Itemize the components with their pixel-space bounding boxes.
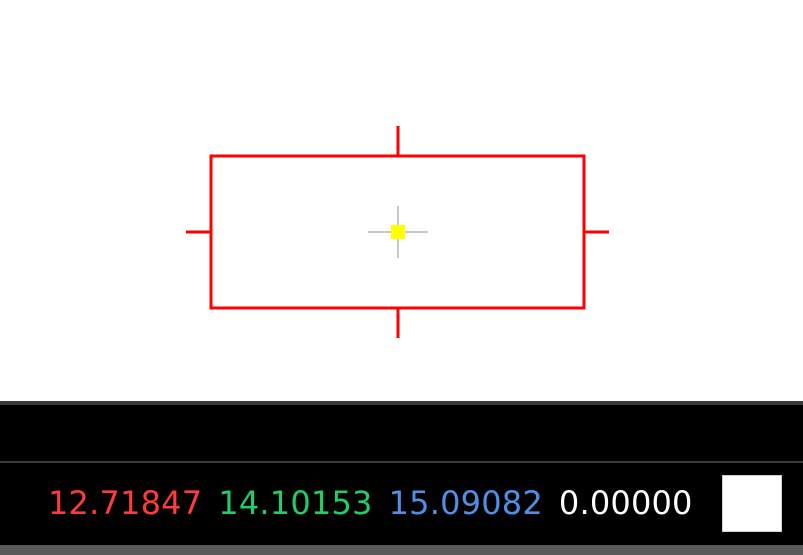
x-coordinate: 12.71847 bbox=[48, 484, 203, 522]
z-coordinate: 15.09082 bbox=[388, 484, 543, 522]
viewport-canvas[interactable] bbox=[0, 0, 803, 401]
coordinate-readout: 12.71847 14.10153 15.09082 0.00000 bbox=[48, 481, 693, 525]
canvas-svg bbox=[186, 126, 609, 338]
center-anchor-icon[interactable] bbox=[391, 225, 405, 239]
status-bar: 12.71847 14.10153 15.09082 0.00000 bbox=[0, 461, 803, 545]
w-coordinate: 0.00000 bbox=[558, 484, 693, 522]
y-coordinate: 14.10153 bbox=[218, 484, 373, 522]
bottom-strip bbox=[0, 545, 803, 555]
toolbar-area bbox=[0, 401, 803, 461]
color-swatch[interactable] bbox=[722, 475, 782, 532]
